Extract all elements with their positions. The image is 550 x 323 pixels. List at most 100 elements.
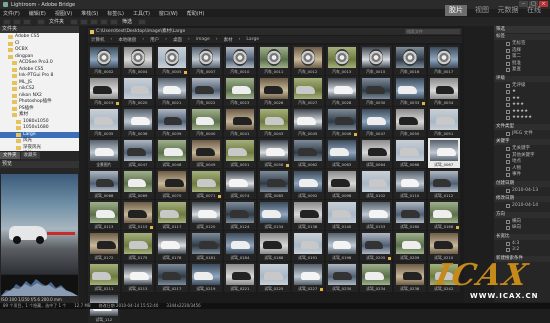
thumbnail-item[interactable]: 试驾_0102 [359,169,392,199]
thumbnail-item[interactable]: 汽车_0005 [155,45,188,75]
filter-option[interactable]: 2010-04-13 [496,188,548,195]
path-bar[interactable]: C:\Users\test\Desktop\image\素材\Large 搜索文… [88,28,462,35]
filter-option[interactable]: 纵向 [496,225,548,232]
thumbnail-item[interactable]: 试驾_0175 [121,231,154,261]
delete-button[interactable] [138,18,147,25]
filter-option[interactable]: 3:2 [496,247,548,254]
thumbnail-item[interactable]: 汽车_0015 [359,45,392,75]
checkbox-icon[interactable] [506,90,510,95]
checkbox-icon[interactable] [506,103,510,108]
thumbnail-item[interactable]: 试驾_0056 [257,138,290,168]
up-folder-button[interactable] [23,18,31,25]
checkbox-icon[interactable] [506,226,510,231]
thumbnail-item[interactable]: 汽车_0030 [359,76,392,106]
thumbnail-item[interactable]: 试驾_0184 [223,231,256,261]
thumbnail-item[interactable]: 汽车_0010 [223,45,256,75]
thumbnail-item[interactable]: 汽车_0020 [121,76,154,106]
thumbnail-item[interactable]: 全景图片 [88,138,120,168]
workspace-mode-button[interactable]: 视图 [471,5,493,16]
thumbnail-item[interactable]: 汽车_0012 [291,45,324,75]
thumbnail-item[interactable]: 试驾_0238 [393,262,426,292]
thumbnail-item[interactable]: 汽车_0051 [427,107,460,137]
left-panel-tab[interactable]: 文件夹 [0,152,20,159]
thumbnail-item[interactable]: 试驾_0188 [257,231,290,261]
thumbnail-item[interactable]: 试驾_0092 [291,169,324,199]
thumbnail-item[interactable]: 试驾_0067 [427,138,460,168]
thumbnail-item[interactable]: 汽车_0046 [325,107,358,137]
thumbnail-item[interactable]: 试驾_0172 [88,231,120,261]
thumbnail-item[interactable]: 汽车_0040 [189,107,222,137]
thumbnail-item[interactable]: 试驾_0160 [393,200,426,230]
thumbnail-item[interactable]: 试驾_0124 [223,200,256,230]
checkbox-icon[interactable] [506,248,510,253]
thumbnail-item[interactable]: 汽车_0022 [189,76,222,106]
thumbnail-item[interactable]: 试驾_0110 [393,169,426,199]
search-input[interactable]: 搜索文件 [405,29,460,34]
thumbnail-item[interactable]: 试驾_0209 [393,231,426,261]
checkbox-icon[interactable] [506,83,510,88]
thumbnail-item[interactable]: 汽车_0039 [155,107,188,137]
rotate-left-button[interactable] [100,18,109,25]
thumbnail-item[interactable]: 试驾_0166 [427,200,460,230]
thumbnail-item[interactable]: 试驾_0178 [155,231,188,261]
thumbnail-item[interactable]: 汽车_0033 [393,76,426,106]
menu-item[interactable]: 堆栈(S) [81,10,98,17]
thumbnail-item[interactable]: 汽车_0041 [223,107,256,137]
thumbnail-item[interactable]: 试驾_0225 [257,262,290,292]
thumbnail-item[interactable]: 试驾_0049 [189,138,222,168]
thumbnail-item[interactable]: 试驾_0219 [189,262,222,292]
thumbnail-item[interactable]: 汽车_0043 [257,107,290,137]
thumbnail-item[interactable]: 试驾_0047 [121,138,154,168]
workspace-mode-button[interactable]: 在线 [523,5,545,16]
checkbox-icon[interactable] [506,109,510,114]
thumbnail-item[interactable]: 试驾_0048 [155,138,188,168]
menu-item[interactable]: 工具(T) [133,10,150,17]
thumbnail-item[interactable]: 试驾_0066 [393,138,426,168]
checkbox-icon[interactable] [506,153,510,158]
thumbnail-item[interactable]: 试驾_0117 [155,200,188,230]
menu-item[interactable]: 编辑(E) [29,10,46,17]
thumbnail-item[interactable]: 汽车_0013 [325,45,358,75]
thumbnail-item[interactable]: 汽车_0036 [121,107,154,137]
open-in-camera-raw-button[interactable] [90,18,99,25]
thumbnail-item[interactable]: 试驾_0112 [427,169,460,199]
checkbox-icon[interactable] [506,61,510,66]
menu-item[interactable]: 文件(F) [3,10,20,17]
checkbox-icon[interactable] [506,166,510,171]
workspace-mode-button[interactable]: 胶片 [445,5,467,16]
thumbnail-item[interactable]: 汽车_0050 [393,107,426,137]
thumbnail-item[interactable]: 试驾_0153 [359,200,392,230]
checkbox-icon[interactable] [506,96,510,101]
breadcrumb-item[interactable]: 计算机 [91,37,105,43]
back-button[interactable] [3,18,11,25]
thumbnail-item[interactable]: 试驾_0205 [359,231,392,261]
checkbox-icon[interactable] [506,116,510,121]
thumbnail-item[interactable]: 汽车_0026 [257,76,290,106]
thumbnail-item[interactable]: 试驾_0181 [189,231,222,261]
thumbnail-item[interactable]: 试驾_0074 [223,169,256,199]
camera-import-button[interactable] [70,18,79,25]
thumbnail-item[interactable]: 汽车_0016 [393,45,426,75]
thumbnail-item[interactable]: 汽车_0045 [291,107,324,137]
thumbnail-item[interactable]: 汽车_0027 [291,76,324,106]
thumbnail-item[interactable]: 汽车_0007 [189,45,222,75]
thumbnail-item[interactable]: 汽车_0028 [325,76,358,106]
forward-button[interactable] [13,18,21,25]
thumbnail-item[interactable]: 汽车_0019 [88,76,120,106]
thumbnail-item[interactable]: 汽车_0017 [427,45,460,75]
checkbox-icon[interactable] [506,188,510,193]
breadcrumb-item[interactable]: 用户 [150,37,159,43]
left-panel-tab[interactable]: 收藏夹 [20,152,40,159]
recent-button[interactable] [37,18,45,25]
filter-option[interactable]: 复查 [496,67,548,74]
thumbnail-item[interactable]: 试驾_0221 [223,262,256,292]
workspace-mode-button[interactable]: 元数据 [497,5,519,16]
checkbox-icon[interactable] [506,173,510,178]
thumbnail-item[interactable]: 试驾_0196 [325,231,358,261]
checkbox-icon[interactable] [506,68,510,73]
menu-item[interactable]: 窗口(W) [159,10,178,17]
thumbnail-item[interactable]: 汽车_0011 [257,45,290,75]
thumbnail-item[interactable]: 试驾_0191 [291,231,324,261]
checkbox-icon[interactable] [506,160,510,165]
thumbnail-item[interactable]: 试驾_0134 [257,200,290,230]
